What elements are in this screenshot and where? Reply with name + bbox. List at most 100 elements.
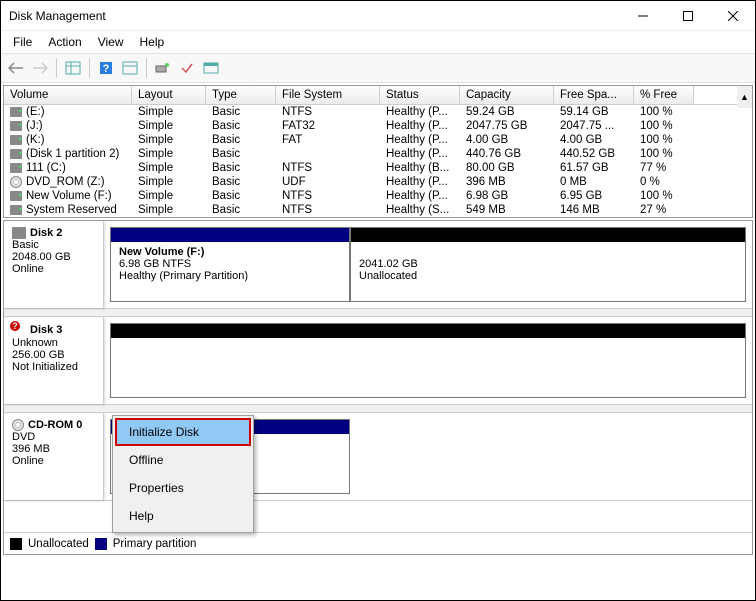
disk-status: Online xyxy=(12,263,95,275)
volume-row[interactable]: System ReservedSimpleBasicNTFSHealthy (S… xyxy=(4,203,752,217)
check-icon[interactable] xyxy=(176,57,198,79)
volume-status: Healthy (P... xyxy=(380,119,460,133)
disk-name: Disk 3 xyxy=(30,324,62,336)
drive-icon xyxy=(10,163,22,173)
disk-label-cdrom: CD-ROM 0 DVD 396 MB Online xyxy=(4,413,104,500)
col-filesystem[interactable]: File System xyxy=(276,86,380,104)
volume-capacity: 80.00 GB xyxy=(460,161,554,175)
volume-fs xyxy=(276,147,380,161)
minimize-button[interactable] xyxy=(620,1,665,31)
volume-row[interactable]: New Volume (F:)SimpleBasicNTFSHealthy (P… xyxy=(4,189,752,203)
volume-free: 2047.75 ... xyxy=(554,119,634,133)
col-volume[interactable]: Volume xyxy=(4,86,132,104)
partition-unallocated[interactable]: 2041.02 GB Unallocated xyxy=(350,227,746,302)
uninitialized-icon xyxy=(12,323,26,337)
toolbar: ? xyxy=(1,53,755,83)
maximize-button[interactable] xyxy=(665,1,710,31)
volume-capacity: 549 MB xyxy=(460,203,554,217)
window-title: Disk Management xyxy=(9,9,620,23)
menu-offline[interactable]: Offline xyxy=(115,446,251,474)
volume-row[interactable]: (Disk 1 partition 2)SimpleBasicHealthy (… xyxy=(4,147,752,161)
volume-fs: NTFS xyxy=(276,189,380,203)
volume-row[interactable]: (E:)SimpleBasicNTFSHealthy (P...59.24 GB… xyxy=(4,105,752,119)
close-button[interactable] xyxy=(710,1,755,31)
volume-status: Healthy (P... xyxy=(380,189,460,203)
volume-pct: 100 % xyxy=(634,105,694,119)
menu-view[interactable]: View xyxy=(90,33,132,51)
volume-free: 4.00 GB xyxy=(554,133,634,147)
scroll-up-icon[interactable]: ▲ xyxy=(737,86,752,108)
legend-label-primary: Primary partition xyxy=(113,538,197,550)
panel-icon[interactable] xyxy=(200,57,222,79)
volume-list-header: Volume Layout Type File System Status Ca… xyxy=(4,86,752,105)
volume-row[interactable]: (K:)SimpleBasicFATHealthy (P...4.00 GB4.… xyxy=(4,133,752,147)
volume-row[interactable]: DVD_ROM (Z:)SimpleBasicUDFHealthy (P...3… xyxy=(4,175,752,189)
col-capacity[interactable]: Capacity xyxy=(460,86,554,104)
volume-list-body: (E:)SimpleBasicNTFSHealthy (P...59.24 GB… xyxy=(4,105,752,217)
dvd-icon xyxy=(12,419,24,431)
volume-capacity: 440.76 GB xyxy=(460,147,554,161)
volume-free: 59.14 GB xyxy=(554,105,634,119)
volume-layout: Simple xyxy=(132,189,206,203)
menu-help[interactable]: Help xyxy=(115,502,251,530)
volume-row[interactable]: (J:)SimpleBasicFAT32Healthy (P...2047.75… xyxy=(4,119,752,133)
menu-properties[interactable]: Properties xyxy=(115,474,251,502)
disk-size: 2048.00 GB xyxy=(12,251,95,263)
view-list-icon[interactable] xyxy=(62,57,84,79)
disk-type: Unknown xyxy=(12,337,95,349)
volume-status: Healthy (P... xyxy=(380,105,460,119)
col-layout[interactable]: Layout xyxy=(132,86,206,104)
disk-row-disk3[interactable]: Disk 3 Unknown 256.00 GB Not Initialized xyxy=(4,317,752,405)
menu-file[interactable]: File xyxy=(5,33,40,51)
col-pctfree[interactable]: % Free xyxy=(634,86,694,104)
refresh-icon[interactable] xyxy=(152,57,174,79)
volume-layout: Simple xyxy=(132,203,206,217)
settings-icon[interactable] xyxy=(119,57,141,79)
volume-free: 0 MB xyxy=(554,175,634,189)
volume-status: Healthy (S... xyxy=(380,203,460,217)
disk-icon xyxy=(12,227,26,239)
col-status[interactable]: Status xyxy=(380,86,460,104)
drive-icon xyxy=(10,149,22,159)
drive-icon xyxy=(10,121,22,131)
menu-help[interactable]: Help xyxy=(132,33,173,51)
legend-swatch-primary xyxy=(95,538,107,550)
volume-layout: Simple xyxy=(132,133,206,147)
drive-icon xyxy=(10,107,22,117)
volume-pct: 100 % xyxy=(634,133,694,147)
volume-row[interactable]: 111 (C:)SimpleBasicNTFSHealthy (B...80.0… xyxy=(4,161,752,175)
disk-status: Online xyxy=(12,455,95,467)
volume-status: Healthy (B... xyxy=(380,161,460,175)
menu-action[interactable]: Action xyxy=(40,33,89,51)
volume-type: Basic xyxy=(206,203,276,217)
volume-fs: FAT xyxy=(276,133,380,147)
partition-uninitialized[interactable] xyxy=(110,323,746,398)
volume-fs: FAT32 xyxy=(276,119,380,133)
menu-initialize-disk[interactable]: Initialize Disk xyxy=(115,418,251,446)
disk-type: Basic xyxy=(12,239,95,251)
back-button[interactable] xyxy=(5,57,27,79)
disk-name: CD-ROM 0 xyxy=(28,419,82,431)
partition-status: Healthy (Primary Partition) xyxy=(119,270,341,282)
volume-capacity: 2047.75 GB xyxy=(460,119,554,133)
volume-fs: UDF xyxy=(276,175,380,189)
volume-pct: 27 % xyxy=(634,203,694,217)
partition-info: 6.98 GB NTFS xyxy=(119,258,341,270)
volume-capacity: 4.00 GB xyxy=(460,133,554,147)
svg-text:?: ? xyxy=(103,63,110,75)
disk-row-disk2[interactable]: Disk 2 Basic 2048.00 GB Online New Volum… xyxy=(4,221,752,309)
help-icon[interactable]: ? xyxy=(95,57,117,79)
disk-label-disk2: Disk 2 Basic 2048.00 GB Online xyxy=(4,221,104,308)
menubar: File Action View Help xyxy=(1,31,755,53)
volume-layout: Simple xyxy=(132,175,206,189)
context-menu: Initialize Disk Offline Properties Help xyxy=(112,415,254,533)
forward-button[interactable] xyxy=(29,57,51,79)
volume-layout: Simple xyxy=(132,105,206,119)
volume-fs: NTFS xyxy=(276,203,380,217)
partition-new-volume[interactable]: New Volume (F:) 6.98 GB NTFS Healthy (Pr… xyxy=(110,227,350,302)
volume-capacity: 6.98 GB xyxy=(460,189,554,203)
volume-status: Healthy (P... xyxy=(380,133,460,147)
volume-pct: 0 % xyxy=(634,175,694,189)
col-free[interactable]: Free Spa... xyxy=(554,86,634,104)
col-type[interactable]: Type xyxy=(206,86,276,104)
